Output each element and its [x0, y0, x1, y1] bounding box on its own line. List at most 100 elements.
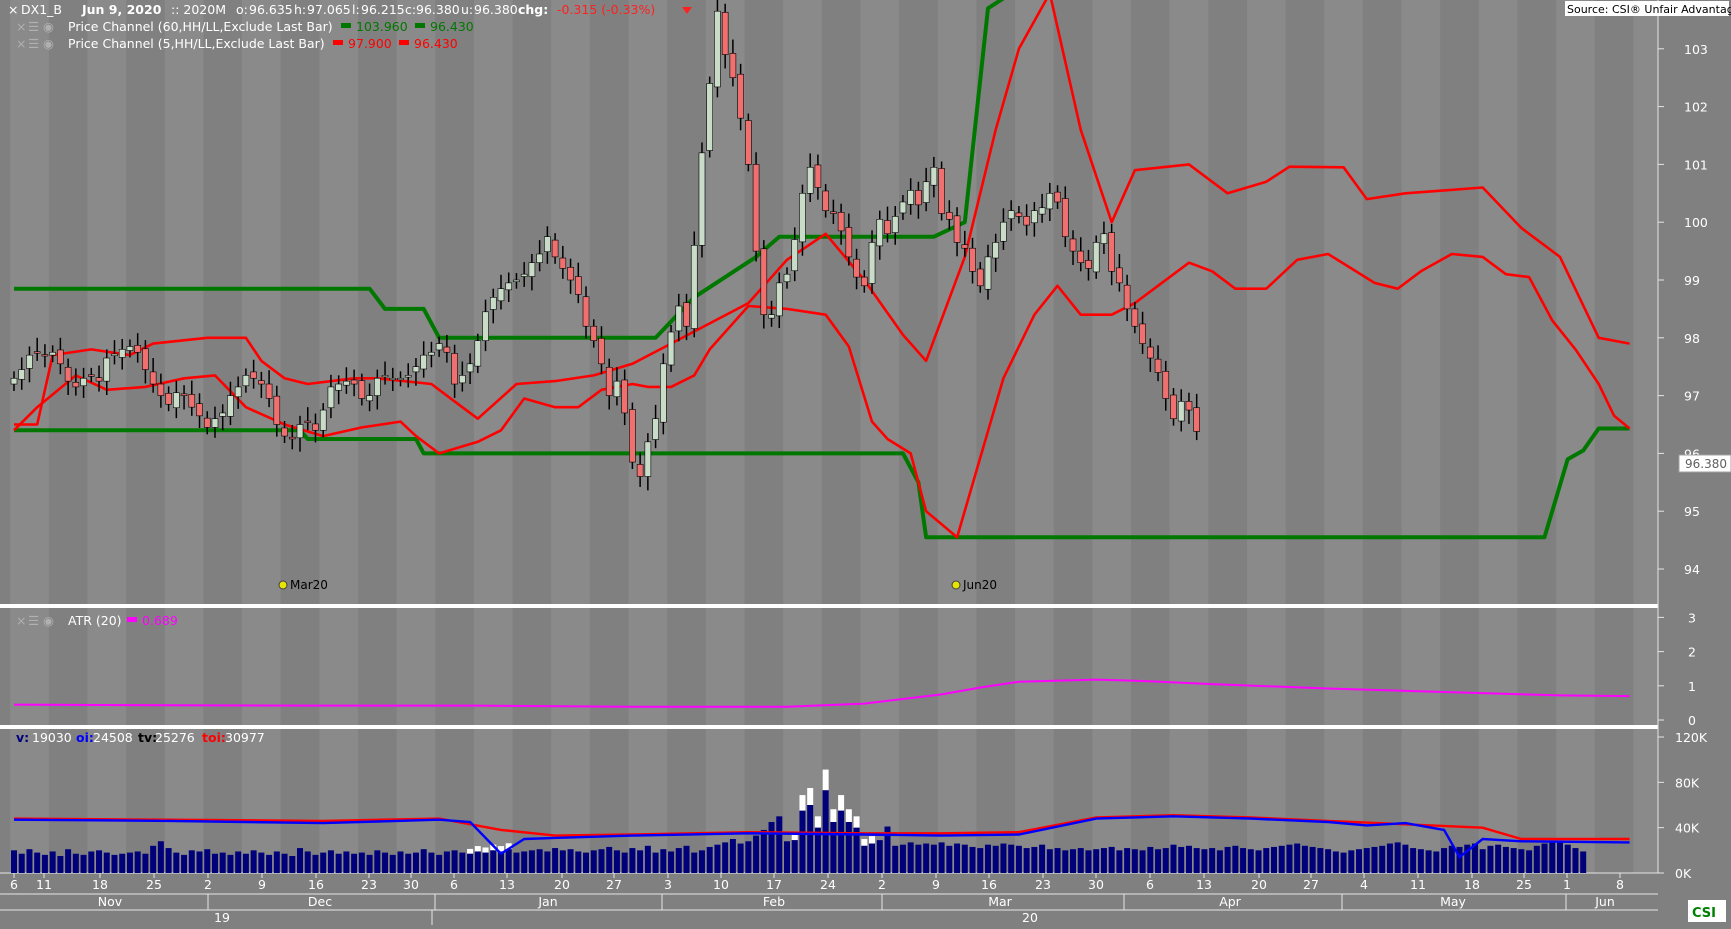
close-x-icon[interactable]: × — [8, 2, 18, 17]
volume-bar — [1070, 849, 1077, 873]
tv-value: 25276 — [155, 730, 195, 745]
volume-bar — [1363, 848, 1370, 873]
candle-body — [420, 354, 427, 370]
candle-body — [1038, 207, 1046, 215]
candle-body — [41, 354, 49, 357]
candle-body — [799, 193, 806, 243]
volume-bar — [984, 844, 991, 873]
candle-body — [451, 353, 458, 385]
volume-bar — [861, 845, 868, 873]
total-volume-bar — [807, 788, 814, 805]
volume-bar — [1224, 846, 1231, 873]
pane-separator-2[interactable] — [0, 725, 1731, 729]
day-tick-label: 18 — [92, 877, 108, 892]
volume-bar — [683, 845, 690, 873]
pc60-menu-icon[interactable]: ☰ — [28, 19, 39, 34]
volume-bar — [1147, 846, 1154, 873]
candle-body — [667, 331, 675, 366]
volume-bar — [1131, 849, 1138, 873]
atr-close-icon[interactable]: × — [16, 613, 26, 628]
price-tick-label: 101 — [1684, 157, 1708, 172]
mar20-marker-icon[interactable] — [278, 580, 288, 590]
volume-bar — [150, 845, 157, 873]
candle-body — [938, 168, 945, 214]
candle-body — [72, 382, 80, 388]
price-tick-label: 100 — [1684, 215, 1708, 230]
candle-body — [590, 325, 598, 341]
atr-legend-label[interactable]: ATR (20) — [68, 613, 122, 628]
volume-bar — [335, 853, 342, 873]
candle-body — [173, 392, 180, 409]
candle-body — [513, 279, 520, 283]
candle-body — [559, 257, 567, 269]
month-label: Nov — [98, 894, 123, 909]
pc5-legend-label[interactable]: Price Channel (5,HH/LL,Exclude Last Bar) — [68, 36, 325, 51]
day-tick-label: 6 — [10, 877, 18, 892]
candle-body — [1147, 346, 1154, 359]
candle-body — [343, 380, 350, 386]
atr-visibility-icon[interactable]: ◉ — [43, 613, 54, 628]
pc60-visibility-icon[interactable]: ◉ — [43, 19, 54, 34]
candle-body — [335, 383, 342, 391]
pc5-menu-icon[interactable]: ☰ — [28, 36, 39, 51]
week-band — [473, 0, 513, 873]
symbol-label[interactable]: DX1_B — [21, 2, 62, 17]
candle-body — [64, 366, 72, 382]
candle-body — [1054, 191, 1061, 203]
candle-body — [1061, 198, 1069, 237]
candle-body — [1177, 401, 1185, 422]
candle-body — [1123, 284, 1131, 310]
jun20-marker-icon[interactable] — [951, 580, 961, 590]
atr-tick-label: 1 — [1688, 679, 1696, 694]
atr-menu-icon[interactable]: ☰ — [28, 613, 39, 628]
total-volume-bar — [474, 846, 481, 852]
pc60-legend-label[interactable]: Price Channel (60,HH/LL,Exclude Last Bar… — [68, 19, 333, 34]
week-band — [1015, 0, 1054, 873]
volume-bar — [41, 854, 48, 873]
candle-body — [1007, 210, 1015, 220]
volume-bar — [1402, 844, 1409, 873]
pc60-close-icon[interactable]: × — [16, 19, 26, 34]
volume-bar — [714, 844, 721, 873]
volume-bar — [1023, 848, 1030, 873]
month-label: Jan — [537, 894, 557, 909]
volume-bar — [637, 850, 644, 873]
volume-bar — [753, 835, 760, 873]
volume-bar — [1216, 850, 1223, 873]
candle-body — [629, 409, 636, 463]
volume-bar — [1518, 849, 1525, 873]
volume-bar — [18, 853, 25, 873]
toi-value: 30977 — [225, 730, 265, 745]
volume-bar — [590, 850, 597, 873]
candle-body — [1131, 308, 1139, 327]
volume-bar — [351, 853, 358, 873]
pc5-visibility-icon[interactable]: ◉ — [43, 36, 54, 51]
volume-bar — [1031, 846, 1038, 873]
pc5-close-icon[interactable]: × — [16, 36, 26, 51]
candle-body — [26, 354, 33, 369]
volume-bar — [80, 854, 87, 873]
volume-bar — [606, 846, 613, 873]
volume-bar — [11, 850, 17, 873]
volume-bar — [776, 816, 783, 873]
volume-bar — [1286, 844, 1293, 873]
volume-bar — [312, 854, 319, 873]
volume-bar — [1008, 844, 1015, 873]
volume-legend: v: 19030 oi: 24508 tv: 25276 toi: 30977 — [16, 730, 265, 745]
month-label: Mar — [988, 894, 1012, 909]
week-band — [1324, 0, 1363, 873]
week-band — [1092, 0, 1131, 873]
volume-bar — [173, 852, 180, 873]
candle-body — [582, 296, 590, 327]
pane-separator-1[interactable] — [0, 604, 1731, 608]
volume-bar — [784, 841, 790, 873]
volume-bar — [382, 852, 389, 873]
volume-bar — [1263, 848, 1270, 873]
volume-bar — [204, 849, 211, 873]
candle-body — [505, 282, 513, 291]
volume-bar — [459, 852, 466, 873]
volume-bar — [1348, 850, 1355, 873]
day-tick-label: 20 — [554, 877, 570, 892]
day-tick-label: 1 — [1563, 877, 1571, 892]
volume-bar — [629, 848, 636, 873]
